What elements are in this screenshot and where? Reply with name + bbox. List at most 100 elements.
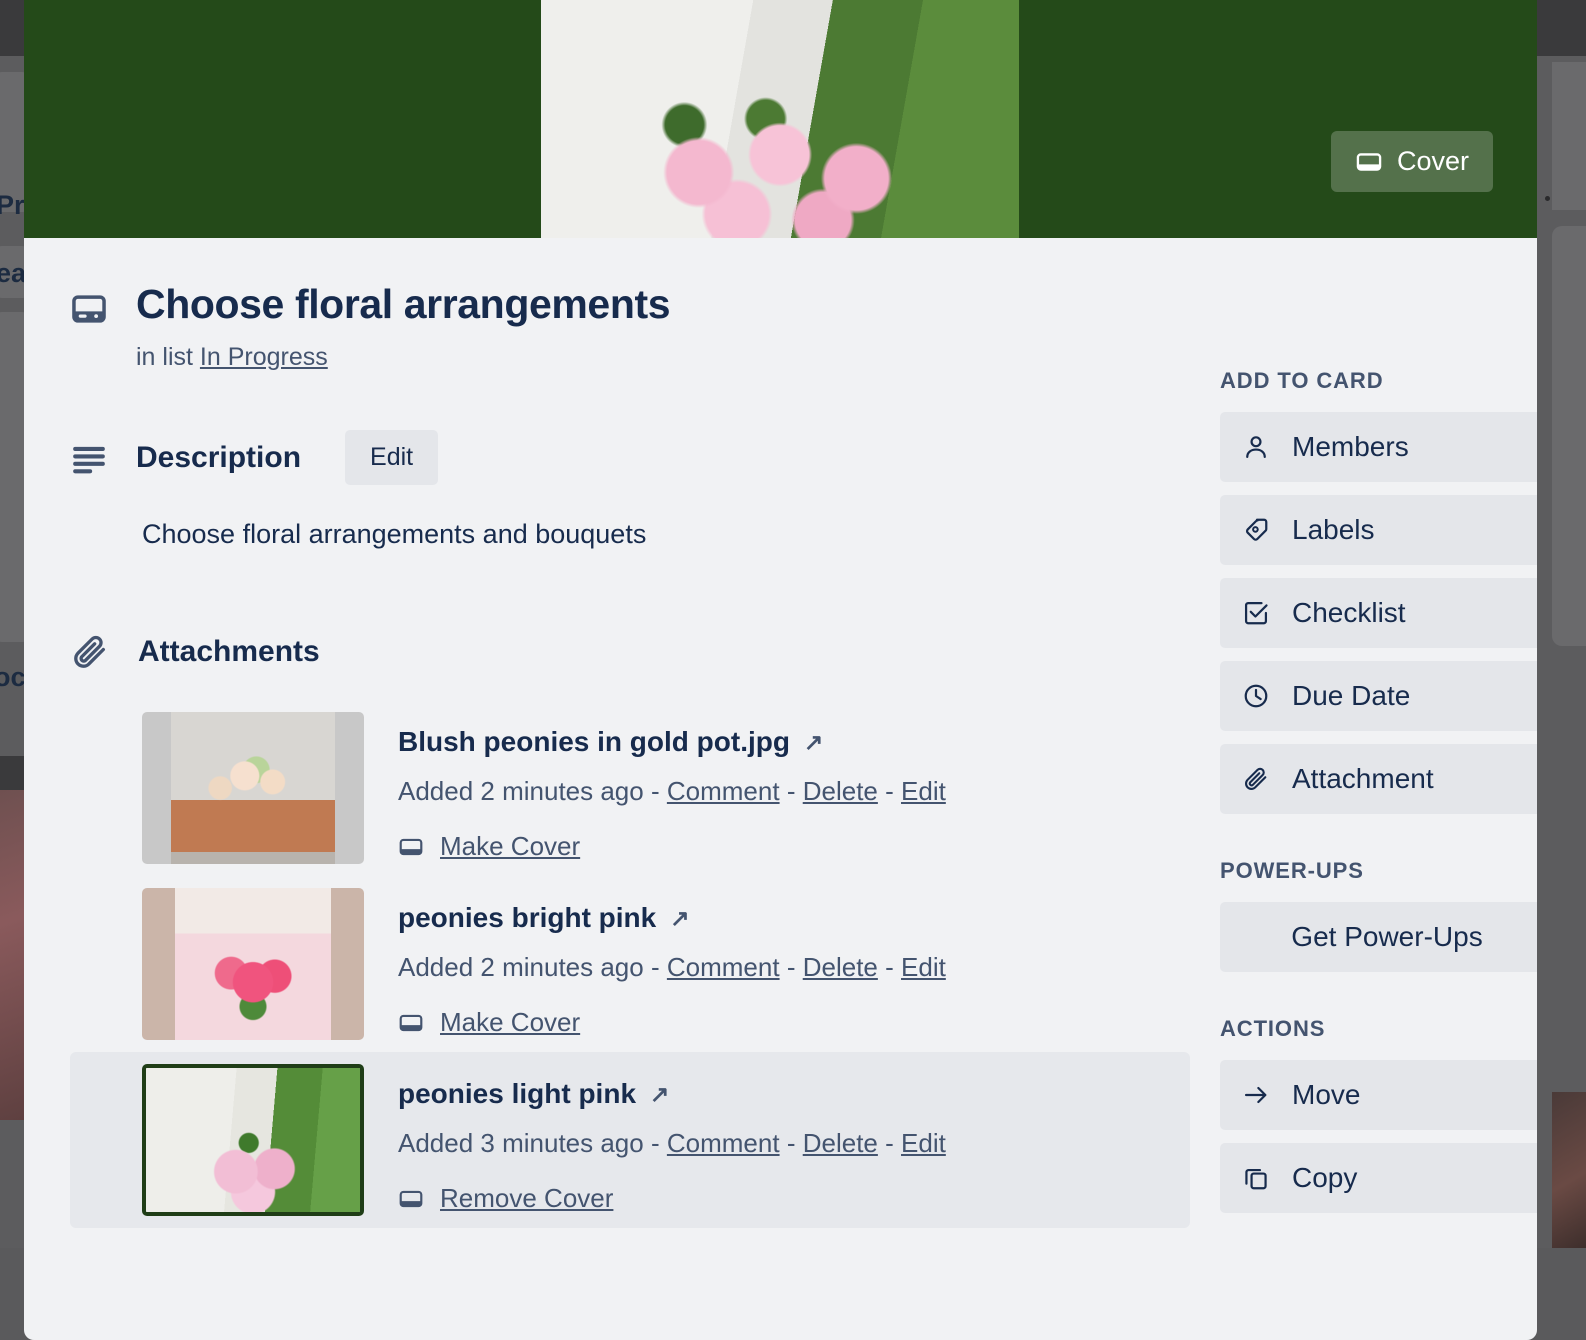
description-text: Choose floral arrangements and bouquets (142, 519, 1190, 550)
checkbox-icon (1242, 599, 1270, 627)
external-link-icon: ↗ (650, 1081, 669, 1108)
cover-photo (541, 0, 1019, 238)
external-link-icon: ↗ (670, 905, 689, 932)
attachment-thumbnail[interactable] (142, 888, 364, 1040)
attachment-separator: - (885, 1128, 894, 1158)
attachment-comment-link[interactable]: Comment (667, 1128, 780, 1158)
card-title-block: Choose floral arrangements in list In Pr… (70, 282, 1190, 372)
attachment-thumbnail[interactable] (142, 1064, 364, 1216)
actions-group: ACTIONS Move (1220, 1016, 1537, 1213)
actions-title: ACTIONS (1220, 1016, 1537, 1042)
copy-button[interactable]: Copy (1220, 1143, 1537, 1213)
attachment-cover-action[interactable]: Make Cover (398, 1007, 946, 1038)
add-checklist-button[interactable]: Checklist (1220, 578, 1537, 648)
attachment-added-label: Added 2 minutes ago (398, 776, 644, 806)
background-photo-right (1552, 1092, 1586, 1248)
card-body: Choose floral arrangements in list In Pr… (24, 238, 1537, 1257)
attachment-cover-link[interactable]: Make Cover (440, 831, 580, 862)
arrow-right-icon (1242, 1081, 1270, 1109)
add-to-card-title: ADD TO CARD (1220, 368, 1537, 394)
description-edit-button[interactable]: Edit (345, 430, 438, 485)
card-icon (70, 290, 108, 328)
attachment-meta: Added 2 minutes ago - Comment - Delete -… (398, 952, 946, 983)
paperclip-icon (1242, 765, 1270, 793)
attachment-separator: - (651, 952, 660, 982)
attachment-added-label: Added 3 minutes ago (398, 1128, 644, 1158)
external-link-icon: ↗ (804, 729, 823, 756)
attachment-row[interactable]: peonies bright pink ↗ Added 2 minutes ag… (70, 876, 1190, 1052)
attachment-meta: Added 3 minutes ago - Comment - Delete -… (398, 1128, 946, 1159)
add-due-date-button[interactable]: Due Date (1220, 661, 1537, 731)
attachment-thumbnail-image (175, 888, 331, 1040)
attachment-comment-link[interactable]: Comment (667, 952, 780, 982)
add-due-date-label: Due Date (1292, 680, 1410, 712)
attachment-info: peonies light pink ↗ Added 3 minutes ago… (398, 1064, 946, 1214)
attachment-name[interactable]: peonies bright pink ↗ (398, 902, 946, 934)
attachment-separator: - (885, 776, 894, 806)
tag-icon (1242, 516, 1270, 544)
attachment-separator: - (651, 776, 660, 806)
background-list-right-1 (1552, 62, 1586, 210)
attachment-row[interactable]: peonies light pink ↗ Added 3 minutes ago… (70, 1052, 1190, 1228)
attachment-edit-link[interactable]: Edit (901, 776, 946, 806)
add-attachment-label: Attachment (1292, 763, 1434, 795)
attachment-name[interactable]: Blush peonies in gold pot.jpg ↗ (398, 726, 946, 758)
power-ups-title: POWER-UPS (1220, 858, 1537, 884)
description-section: Description Edit Choose floral arrangeme… (70, 430, 1190, 550)
add-members-label: Members (1292, 431, 1409, 463)
background-list-right-2 (1552, 226, 1586, 646)
card-list-link[interactable]: In Progress (200, 343, 328, 371)
attachment-comment-link[interactable]: Comment (667, 776, 780, 806)
attachment-delete-link[interactable]: Delete (803, 1128, 878, 1158)
attachment-thumbnail[interactable] (142, 712, 364, 864)
attachment-edit-link[interactable]: Edit (901, 1128, 946, 1158)
person-icon (1242, 433, 1270, 461)
move-button[interactable]: Move (1220, 1060, 1537, 1130)
card-list-line: in list In Progress (136, 343, 670, 372)
card-main-column: Choose floral arrangements in list In Pr… (70, 282, 1190, 1257)
attachment-separator: - (787, 1128, 796, 1158)
card-cover-header: Cover (24, 0, 1537, 238)
in-list-label: in list (136, 343, 193, 371)
cover-button-label: Cover (1397, 146, 1469, 177)
attachment-thumbnail-image (146, 1068, 360, 1212)
attachment-cover-action[interactable]: Make Cover (398, 831, 946, 862)
attachment-separator: - (787, 776, 796, 806)
attachment-cover-link[interactable]: Make Cover (440, 1007, 580, 1038)
attachment-delete-link[interactable]: Delete (803, 776, 878, 806)
attachment-name-label: peonies bright pink (398, 902, 656, 934)
get-power-ups-button[interactable]: Get Power-Ups (1220, 902, 1537, 972)
attachment-meta: Added 2 minutes ago - Comment - Delete -… (398, 776, 946, 807)
add-checklist-label: Checklist (1292, 597, 1406, 629)
cover-icon (398, 1010, 424, 1036)
add-labels-button[interactable]: Labels (1220, 495, 1537, 565)
attachment-edit-link[interactable]: Edit (901, 952, 946, 982)
card-sidebar: ADD TO CARD Members (1220, 282, 1537, 1257)
attachment-cover-link[interactable]: Remove Cover (440, 1183, 613, 1214)
add-attachment-button[interactable]: Attachment (1220, 744, 1537, 814)
cover-icon (398, 1186, 424, 1212)
background-photo-left (0, 790, 26, 1120)
copy-label: Copy (1292, 1162, 1357, 1194)
cover-button[interactable]: Cover (1331, 131, 1493, 192)
attachments-header: Attachments (70, 632, 1190, 672)
attachment-row[interactable]: Blush peonies in gold pot.jpg ↗ Added 2 … (70, 700, 1190, 876)
card-detail-modal: Cover Choose floral arrangements (24, 0, 1537, 1340)
attachment-info: Blush peonies in gold pot.jpg ↗ Added 2 … (398, 712, 946, 862)
attachment-thumbnail-image (171, 712, 335, 864)
page-title: Choose floral arrangements (136, 282, 670, 327)
paperclip-icon (70, 632, 110, 672)
attachment-name[interactable]: peonies light pink ↗ (398, 1078, 946, 1110)
attachment-separator: - (651, 1128, 660, 1158)
add-labels-label: Labels (1292, 514, 1375, 546)
attachments-section: Attachments Blush peonies in gold pot.jp… (70, 632, 1190, 1228)
attachment-name-label: peonies light pink (398, 1078, 636, 1110)
attachments-title: Attachments (138, 635, 320, 669)
cover-icon (398, 834, 424, 860)
attachment-delete-link[interactable]: Delete (803, 952, 878, 982)
add-members-button[interactable]: Members (1220, 412, 1537, 482)
attachment-cover-action[interactable]: Remove Cover (398, 1183, 946, 1214)
attachment-name-label: Blush peonies in gold pot.jpg (398, 726, 790, 758)
move-label: Move (1292, 1079, 1360, 1111)
cover-icon (1355, 148, 1383, 176)
